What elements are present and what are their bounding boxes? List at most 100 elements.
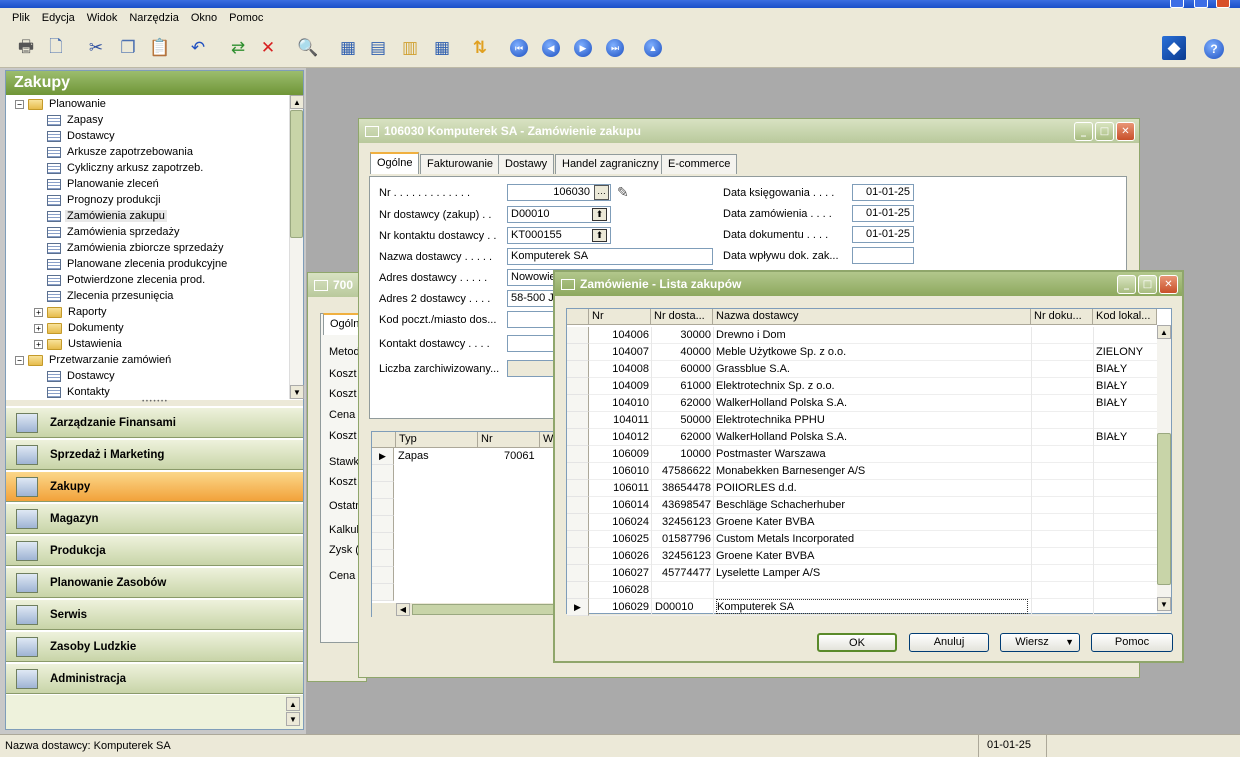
list-vscrollbar[interactable]: ▲ ▼ [1157,325,1171,613]
list-header-nr-dokumentu[interactable]: Nr doku... [1031,309,1093,325]
tree-item[interactable]: Planowanie zleceń [34,176,161,192]
nav-button[interactable]: Zakupy [6,471,303,502]
nav-button[interactable]: Produkcja [6,535,303,566]
tree-item[interactable]: Zlecenia przesunięcia [34,288,175,304]
row-selector[interactable] [372,482,394,499]
tree-item[interactable]: + Dokumenty [34,320,126,336]
lines-hscrollbar[interactable]: ◀ [372,603,560,617]
tab-handel-zagraniczny[interactable]: Handel zagraniczny [555,154,666,174]
copy-icon[interactable]: ❐ [116,36,140,60]
row-selector[interactable] [567,565,589,582]
cut-icon[interactable]: ✂ [84,36,108,60]
tree-item[interactable]: Dostawcy [34,128,117,144]
list-row[interactable]: 104010 62000 WalkerHolland Polska S.A. BIAŁ… [567,395,1157,412]
lookup-arrow-icon[interactable]: ⬆ [592,229,607,242]
lines-row[interactable] [372,533,560,550]
row-selector[interactable] [567,531,589,548]
tab-dostawy[interactable]: Dostawy [498,154,555,174]
form-icon[interactable]: ▤ [366,36,390,60]
list-row[interactable]: 106010 47586622 Monabekken Barnesenger A/S [567,463,1157,480]
list-minimize-icon[interactable]: _ [1117,275,1136,294]
tree-item[interactable]: Zamówienia sprzedaży [34,224,182,240]
tab-fakturowanie[interactable]: Fakturowanie [420,154,501,174]
row-selector[interactable] [567,446,589,463]
tree-item[interactable]: Kontakty [34,384,112,399]
tree-item[interactable]: + Raporty [34,304,109,320]
nav-button[interactable]: Magazyn [6,503,303,534]
filter-icon[interactable]: ▥ [398,36,422,60]
row-selector[interactable] [567,582,589,599]
up-icon[interactable]: ▲ [644,39,662,57]
tree-scrollbar[interactable]: ▲ ▼ [289,95,304,399]
expand-toggle-icon[interactable]: − [15,99,24,109]
lines-row[interactable] [372,584,560,601]
edit-pencil-icon[interactable]: ✎ [617,184,629,201]
list-row[interactable]: 106027 45774477 Lyselette Lamper A/S [567,565,1157,582]
list-scroll-up-icon[interactable]: ▲ [1157,325,1171,339]
nav-button[interactable]: Administracja [6,663,303,694]
list-header-kod-lokalizacji[interactable]: Kod lokal... [1093,309,1157,325]
last-record-icon[interactable]: ⏭ [606,39,624,57]
tree-item[interactable]: Zamówienia zakupu [34,208,167,224]
expand-toggle-icon[interactable]: − [15,355,24,365]
list-header-nazwa-dostawcy[interactable]: Nazwa dostawcy [713,309,1031,325]
assist-edit-icon[interactable]: … [594,185,609,200]
expand-toggle-icon[interactable]: + [34,323,43,333]
splitter-grip[interactable]: • • • • • • • [6,399,303,406]
maximize-app-button[interactable] [1194,0,1208,8]
date-field-value[interactable]: 01-01-25 [852,205,914,222]
menu-narzedzia[interactable]: Narzędzia [123,12,185,24]
scroll-down-icon[interactable]: ▼ [290,385,304,399]
list-scroll-down-icon[interactable]: ▼ [1157,597,1171,611]
list-maximize-icon[interactable]: □ [1138,275,1157,294]
tree-item[interactable]: − Planowanie [15,96,108,112]
maximize-icon[interactable]: □ [1095,122,1114,141]
refresh-icon[interactable]: ⇄ [226,36,250,60]
find-icon[interactable]: 🔍 [296,36,320,60]
tree-item[interactable]: Cykliczny arkusz zapotrzeb. [34,160,205,176]
nav-scroll-down-icon[interactable]: ▼ [286,712,300,726]
lines-row[interactable] [372,499,560,516]
undo-icon[interactable]: ↶ [186,36,210,60]
row-selector[interactable] [372,499,394,516]
print-preview-icon[interactable]: 🗋 [44,36,68,60]
nav-button[interactable]: Zarządzanie Finansami [6,407,303,438]
help-icon[interactable]: ? [1204,39,1224,59]
lines-hscroll-thumb[interactable] [412,604,560,615]
list-row[interactable]: 104011 50000 Elektrotechnika PPHU [567,412,1157,429]
print-icon[interactable]: 🖶 [14,36,38,60]
next-record-icon[interactable]: ▶ [574,39,592,57]
row-selector[interactable] [372,567,394,584]
nav-button[interactable]: Sprzedaż i Marketing [6,439,303,470]
row-selector[interactable] [372,533,394,550]
minimize-app-button[interactable] [1170,0,1184,8]
nav-button[interactable]: Zasoby Ludzkie [6,631,303,662]
tree-item[interactable]: − Przetwarzanie zamówień [15,352,173,368]
lines-row[interactable] [372,516,560,533]
scroll-thumb[interactable] [290,110,303,238]
menu-plik[interactable]: Plik [6,12,36,24]
navision-logo-icon[interactable]: ◆ [1162,36,1186,60]
lines-row[interactable] [372,465,560,482]
close-app-button[interactable] [1216,0,1230,8]
date-field-value[interactable]: 01-01-25 [852,184,914,201]
row-selector[interactable]: ▶ [372,448,394,465]
list-close-icon[interactable]: ✕ [1159,275,1178,294]
menu-pomoc[interactable]: Pomoc [223,12,269,24]
list-row[interactable]: 106014 43698547 Beschläge Schacherhuber [567,497,1157,514]
list-row[interactable]: 106026 32456123 Groene Kater BVBA [567,548,1157,565]
lines-scroll-left-icon[interactable]: ◀ [396,603,410,616]
row-selector[interactable] [567,327,589,344]
row-selector[interactable] [567,361,589,378]
first-record-icon[interactable]: ⏮ [510,39,528,57]
menu-edycja[interactable]: Edycja [36,12,81,24]
list-header-nr-dostawcy[interactable]: Nr dosta... [651,309,713,325]
row-selector[interactable] [372,516,394,533]
scroll-up-icon[interactable]: ▲ [290,95,304,109]
tab-e-commerce[interactable]: E-commerce [661,154,738,174]
expand-toggle-icon[interactable]: + [34,339,43,349]
field-value[interactable]: Komputerek SA [507,248,713,265]
previous-record-icon[interactable]: ◀ [542,39,560,57]
list-scroll-thumb[interactable] [1157,433,1171,585]
close-icon[interactable]: ✕ [1116,122,1135,141]
